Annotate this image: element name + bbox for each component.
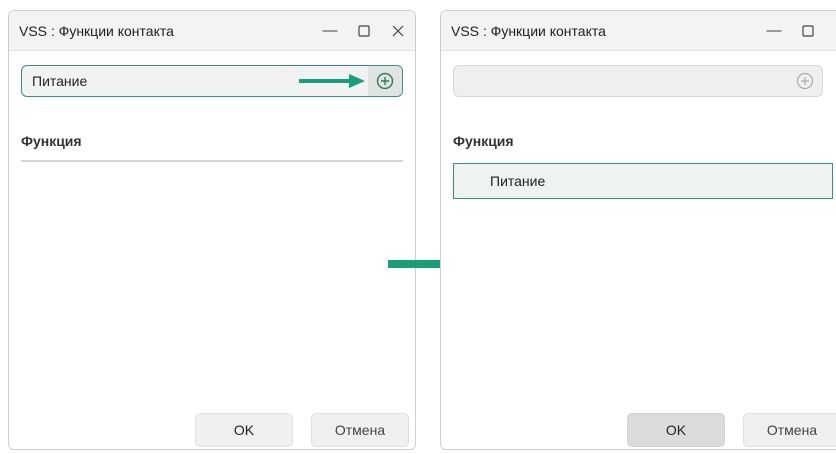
function-column-header: Функция: [453, 133, 514, 149]
ok-button[interactable]: OK: [195, 413, 293, 447]
function-row[interactable]: Питание: [453, 163, 833, 199]
arrow-right-icon: [299, 74, 365, 88]
function-input[interactable]: [453, 65, 823, 97]
close-icon[interactable]: [381, 11, 415, 51]
dialog-after: VSS : Функции контакта — Функция Питание…: [440, 10, 836, 450]
cancel-button[interactable]: Отмена: [311, 413, 409, 447]
title-bar: VSS : Функции контакта —: [441, 11, 836, 51]
window-title: VSS : Функции контакта: [451, 22, 606, 39]
window-title: VSS : Функции контакта: [19, 22, 174, 39]
minimize-icon[interactable]: —: [313, 11, 347, 51]
maximize-icon[interactable]: [791, 11, 825, 51]
add-function-button[interactable]: [788, 66, 822, 96]
title-bar: VSS : Функции контакта —: [9, 11, 415, 51]
plus-circle-icon: [796, 72, 814, 90]
maximize-icon[interactable]: [347, 11, 381, 51]
ok-button[interactable]: OK: [627, 413, 725, 447]
plus-circle-icon: [376, 72, 394, 90]
function-column-header: Функция: [21, 133, 403, 162]
dialog-before: VSS : Функции контакта — Питание Функция…: [8, 10, 416, 450]
minimize-icon[interactable]: —: [757, 11, 791, 51]
cancel-button[interactable]: Отмена: [743, 413, 836, 447]
add-function-button[interactable]: [368, 66, 402, 96]
close-icon[interactable]: [825, 11, 836, 51]
